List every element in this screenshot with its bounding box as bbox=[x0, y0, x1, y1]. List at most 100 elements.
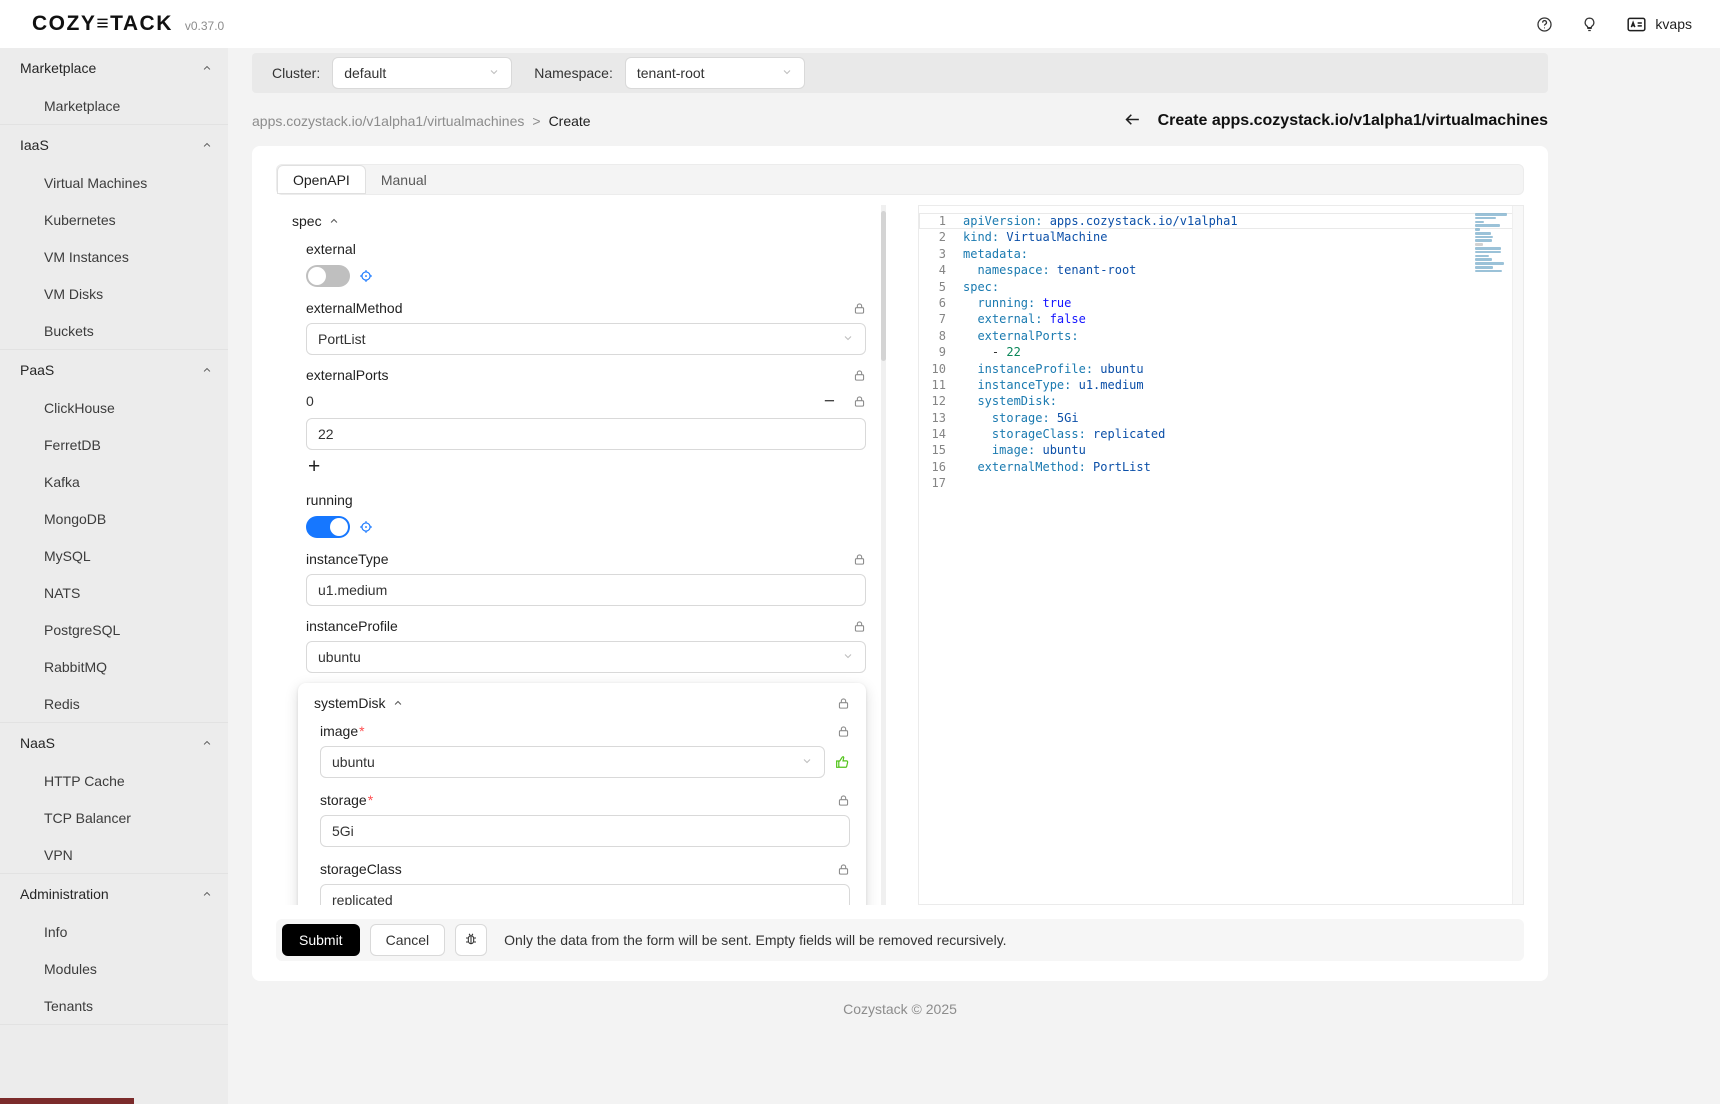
lock-icon[interactable] bbox=[837, 697, 850, 710]
sidebar-item-rabbitmq[interactable]: RabbitMQ bbox=[0, 648, 228, 685]
editor-line[interactable]: 2kind: VirtualMachine bbox=[919, 229, 1523, 245]
image-value: ubuntu bbox=[332, 754, 375, 770]
editor-line[interactable]: 12 systemDisk: bbox=[919, 393, 1523, 409]
sidebar-section-iaas[interactable]: IaaS bbox=[0, 125, 228, 164]
context-toolbar: Cluster: default Namespace: tenant-root bbox=[252, 53, 1548, 93]
sidebar-item-nats[interactable]: NATS bbox=[0, 574, 228, 611]
externalMethod-value: PortList bbox=[318, 331, 365, 347]
sidebar-item-info[interactable]: Info bbox=[0, 913, 228, 950]
editor-line[interactable]: 16 externalMethod: PortList bbox=[919, 459, 1523, 475]
editor-line[interactable]: 4 namespace: tenant-root bbox=[919, 262, 1523, 278]
thumbs-up-icon[interactable] bbox=[834, 754, 850, 770]
app-logo[interactable]: COZY≡TACK bbox=[32, 12, 173, 36]
externalPorts-0-input[interactable] bbox=[306, 418, 866, 450]
theme-bulb-icon[interactable] bbox=[1581, 16, 1598, 33]
editor-line[interactable]: 9 - 22 bbox=[919, 344, 1523, 360]
instanceProfile-label: instanceProfile bbox=[306, 618, 398, 634]
aim-icon[interactable] bbox=[359, 269, 373, 283]
spec-group-label: spec bbox=[292, 213, 322, 229]
sidebar-section-naas[interactable]: NaaS bbox=[0, 723, 228, 762]
external-toggle[interactable] bbox=[306, 265, 350, 287]
editor-line[interactable]: 15 image: ubuntu bbox=[919, 442, 1523, 458]
lock-icon[interactable] bbox=[853, 302, 866, 315]
editor-line[interactable]: 14 storageClass: replicated bbox=[919, 426, 1523, 442]
form-scrollbar-thumb[interactable] bbox=[881, 211, 886, 361]
lock-icon[interactable] bbox=[853, 620, 866, 633]
externalMethod-select[interactable]: PortList bbox=[306, 323, 866, 355]
storage-input[interactable] bbox=[320, 815, 850, 847]
remove-item-icon[interactable]: − bbox=[824, 392, 835, 411]
sidebar-item-clickhouse[interactable]: ClickHouse bbox=[0, 389, 228, 426]
submit-button[interactable]: Submit bbox=[282, 924, 360, 956]
lock-icon[interactable] bbox=[837, 794, 850, 807]
tab-openapi[interactable]: OpenAPI bbox=[277, 165, 366, 194]
editor-line[interactable]: 7 external: false bbox=[919, 311, 1523, 327]
namespace-select[interactable]: tenant-root bbox=[625, 57, 805, 89]
storageClass-input[interactable] bbox=[320, 884, 850, 905]
editor-line[interactable]: 1apiVersion: apps.cozystack.io/v1alpha1 bbox=[919, 213, 1523, 229]
user-menu[interactable]: kvaps bbox=[1626, 14, 1692, 35]
sidebar-section-paas[interactable]: PaaS bbox=[0, 350, 228, 389]
editor-line[interactable]: 6 running: true bbox=[919, 295, 1523, 311]
sidebar-item-vm-disks[interactable]: VM Disks bbox=[0, 275, 228, 312]
instanceProfile-select[interactable]: ubuntu bbox=[306, 641, 866, 673]
spec-group-header[interactable]: spec bbox=[292, 213, 866, 229]
editor-minimap[interactable] bbox=[1475, 213, 1509, 277]
back-arrow-icon[interactable] bbox=[1123, 110, 1142, 132]
field-storage: storage* bbox=[314, 790, 850, 847]
app-version: v0.37.0 bbox=[185, 19, 224, 33]
lock-icon[interactable] bbox=[837, 863, 850, 876]
lock-icon[interactable] bbox=[853, 395, 866, 408]
user-id-card-icon bbox=[1626, 14, 1647, 35]
sidebar-item-modules[interactable]: Modules bbox=[0, 950, 228, 987]
sidebar-section-marketplace[interactable]: Marketplace bbox=[0, 48, 228, 87]
image-select[interactable]: ubuntu bbox=[320, 746, 825, 778]
systemDisk-group-header[interactable]: systemDisk bbox=[314, 695, 403, 711]
sidebar-item-ferretdb[interactable]: FerretDB bbox=[0, 426, 228, 463]
editor-scrollbar[interactable] bbox=[1512, 206, 1523, 904]
editor-line[interactable]: 5spec: bbox=[919, 279, 1523, 295]
breadcrumb-separator: > bbox=[532, 113, 540, 129]
sidebar-item-virtual-machines[interactable]: Virtual Machines bbox=[0, 164, 228, 201]
cancel-button[interactable]: Cancel bbox=[370, 924, 446, 956]
line-number: 14 bbox=[919, 426, 963, 442]
username: kvaps bbox=[1655, 16, 1692, 32]
editor-line[interactable]: 13 storage: 5Gi bbox=[919, 410, 1523, 426]
sidebar-scrollbar[interactable] bbox=[0, 1098, 134, 1104]
breadcrumb-resource-link[interactable]: apps.cozystack.io/v1alpha1/virtualmachin… bbox=[252, 113, 524, 129]
sidebar-item-marketplace[interactable]: Marketplace bbox=[0, 87, 228, 124]
sidebar-item-vm-instances[interactable]: VM Instances bbox=[0, 238, 228, 275]
editor-code-area[interactable]: 1apiVersion: apps.cozystack.io/v1alpha12… bbox=[919, 213, 1523, 492]
lock-icon[interactable] bbox=[837, 725, 850, 738]
instanceType-input[interactable] bbox=[306, 574, 866, 606]
create-form-card: OpenAPIManual spec external bbox=[252, 146, 1548, 981]
yaml-editor[interactable]: 1apiVersion: apps.cozystack.io/v1alpha12… bbox=[918, 205, 1524, 905]
sidebar-item-kubernetes[interactable]: Kubernetes bbox=[0, 201, 228, 238]
sidebar-item-tcp-balancer[interactable]: TCP Balancer bbox=[0, 799, 228, 836]
cluster-select[interactable]: default bbox=[332, 57, 512, 89]
editor-line[interactable]: 17 bbox=[919, 475, 1523, 491]
running-toggle[interactable] bbox=[306, 516, 350, 538]
lock-icon[interactable] bbox=[853, 553, 866, 566]
sidebar-item-kafka[interactable]: Kafka bbox=[0, 463, 228, 500]
sidebar-item-http-cache[interactable]: HTTP Cache bbox=[0, 762, 228, 799]
editor-line[interactable]: 8 externalPorts: bbox=[919, 328, 1523, 344]
help-icon[interactable] bbox=[1536, 16, 1553, 33]
sidebar-item-vpn[interactable]: VPN bbox=[0, 836, 228, 873]
aim-icon[interactable] bbox=[359, 520, 373, 534]
tab-manual[interactable]: Manual bbox=[366, 165, 442, 194]
editor-line[interactable]: 3metadata: bbox=[919, 246, 1523, 262]
sidebar-item-tenants[interactable]: Tenants bbox=[0, 987, 228, 1024]
debug-button[interactable] bbox=[455, 924, 487, 956]
sidebar-item-buckets[interactable]: Buckets bbox=[0, 312, 228, 349]
sidebar-section-administration[interactable]: Administration bbox=[0, 874, 228, 913]
sidebar-item-mysql[interactable]: MySQL bbox=[0, 537, 228, 574]
sidebar-item-postgresql[interactable]: PostgreSQL bbox=[0, 611, 228, 648]
editor-line[interactable]: 10 instanceProfile: ubuntu bbox=[919, 361, 1523, 377]
sidebar-item-mongodb[interactable]: MongoDB bbox=[0, 500, 228, 537]
add-item-button[interactable]: + bbox=[306, 454, 330, 480]
lock-icon[interactable] bbox=[853, 369, 866, 382]
line-number: 15 bbox=[919, 442, 963, 458]
editor-line[interactable]: 11 instanceType: u1.medium bbox=[919, 377, 1523, 393]
sidebar-item-redis[interactable]: Redis bbox=[0, 685, 228, 722]
